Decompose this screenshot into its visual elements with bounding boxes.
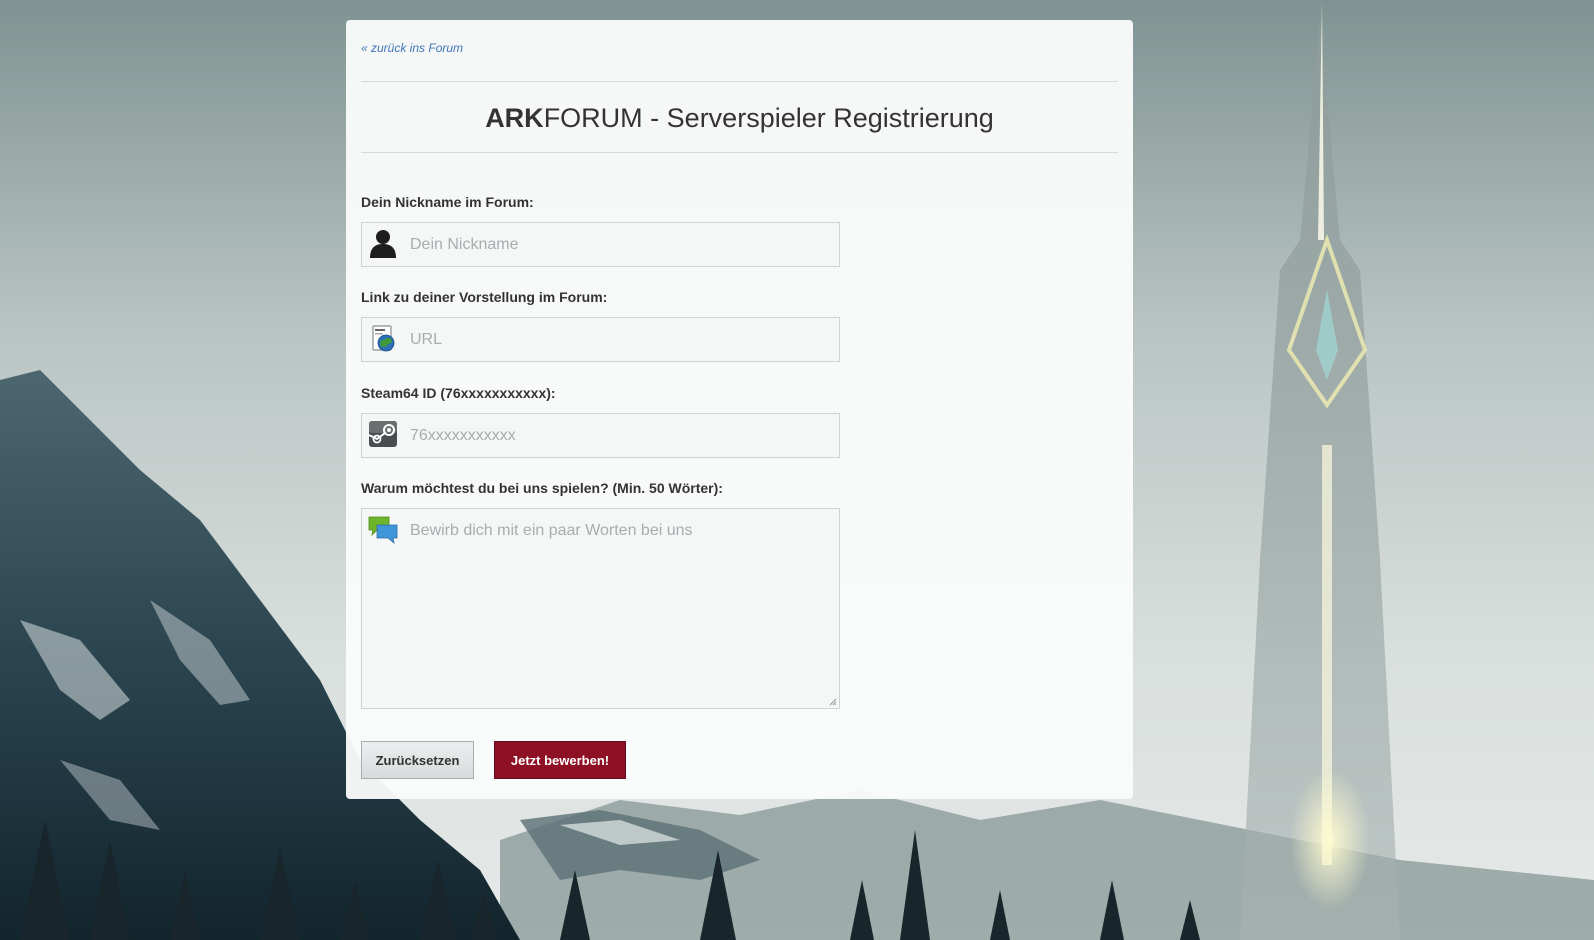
user-icon bbox=[370, 230, 396, 258]
nickname-field-wrapper bbox=[361, 222, 840, 267]
steam-field-wrapper bbox=[361, 413, 840, 458]
reset-button[interactable]: Zurücksetzen bbox=[361, 741, 474, 779]
reason-textarea[interactable] bbox=[410, 521, 830, 701]
submit-button[interactable]: Jetzt bewerben! bbox=[494, 741, 626, 779]
brand-bold: ARK bbox=[485, 103, 544, 133]
url-field-wrapper bbox=[361, 317, 840, 362]
url-input[interactable] bbox=[410, 318, 830, 361]
steam-icon bbox=[368, 421, 397, 447]
url-label: Link zu deiner Vorstellung im Forum: bbox=[361, 289, 608, 305]
title-rest: - Serverspieler Registrierung bbox=[642, 103, 994, 133]
divider-bottom bbox=[361, 152, 1118, 153]
chat-bubbles-icon bbox=[368, 516, 398, 545]
steam-label: Steam64 ID (76xxxxxxxxxxx): bbox=[361, 385, 556, 401]
steam-id-input[interactable] bbox=[410, 414, 830, 457]
resize-grip-icon[interactable] bbox=[829, 698, 837, 706]
divider-top bbox=[361, 81, 1118, 82]
page-title: ARKFORUM - Serverspieler Registrierung bbox=[361, 100, 1118, 136]
back-to-forum-link[interactable]: « zurück ins Forum bbox=[361, 41, 463, 55]
nickname-input[interactable] bbox=[410, 223, 830, 266]
reason-label: Warum möchtest du bei uns spielen? (Min.… bbox=[361, 480, 723, 496]
web-document-icon bbox=[372, 325, 395, 352]
nickname-label: Dein Nickname im Forum: bbox=[361, 194, 534, 210]
registration-card: « zurück ins Forum ARKFORUM - Serverspie… bbox=[346, 20, 1133, 799]
reason-field-wrapper bbox=[361, 508, 840, 709]
brand-rest: FORUM bbox=[543, 103, 643, 133]
